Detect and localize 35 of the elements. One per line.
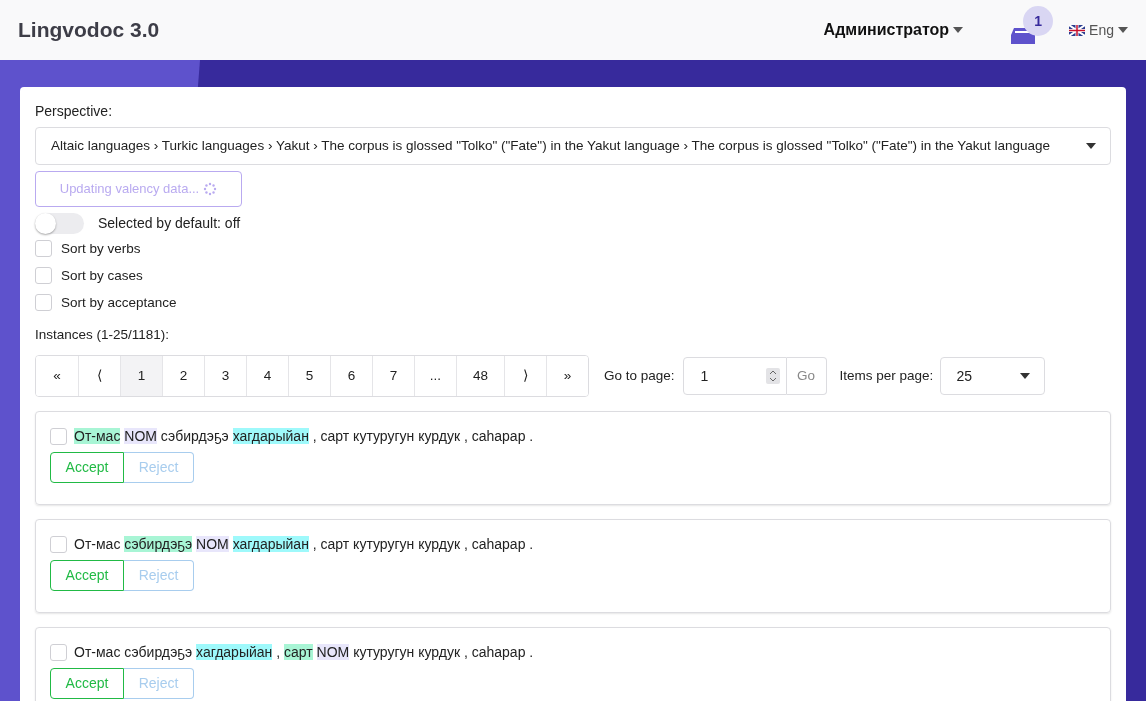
flag-icon (1069, 24, 1086, 36)
checkbox[interactable] (50, 644, 67, 661)
checkbox-label: Sort by cases (61, 267, 143, 284)
page-button[interactable]: » (546, 356, 588, 396)
sentence: От-мас сэбирдэҕэ хагдарыйан , сарт NOM кутуругун курдук , саhарар . (74, 643, 534, 662)
notification-badge: 1 (1023, 6, 1054, 36)
user-menu[interactable]: Администратор (823, 18, 964, 42)
go-to-page-label: Go to page: (604, 366, 675, 385)
go-button[interactable]: Go (786, 357, 827, 395)
app-logo[interactable]: Lingvodoc 3.0 (18, 14, 160, 46)
spinner-icon (203, 182, 218, 196)
perspective-label: Perspective: (35, 103, 114, 119)
checkbox[interactable] (35, 267, 52, 284)
caret-icon (1020, 373, 1031, 379)
page-button[interactable]: 1 (120, 356, 162, 396)
caret-icon (953, 27, 964, 33)
sentence: От-мас сэбирдэҕэ NOM хагдарыйан , сарт кутуругун курдук , саhарар . (74, 535, 534, 554)
sentence: От-мас NOM сэбирдэҕэ хагдарыйан , сарт кутуругун курдук , саhарар . (74, 427, 534, 446)
page-number-field[interactable]: 1 (682, 357, 787, 395)
caret-icon (1086, 143, 1096, 149)
checkbox-label: Sort by acceptance (61, 294, 177, 311)
items-per-page-label: Items per page: (839, 366, 934, 385)
caret-icon (1118, 27, 1128, 33)
toggle-switch[interactable] (35, 213, 84, 234)
language-menu[interactable]: Eng (1069, 19, 1128, 41)
checkbox-label: Sort by verbs (61, 240, 141, 257)
checkbox[interactable] (35, 240, 52, 257)
instances-label: Instances (1-25/1181): (35, 327, 171, 343)
checkbox[interactable] (50, 536, 67, 553)
perspective-dropdown[interactable]: Altaic languages › Turkic languages › Yakut › The corpus is glossed "Tolko" ("Fate") in the Yakut language › The corpus is glossed "Tolko" ("Fate") in the Yakut language (35, 127, 1111, 165)
spinner-arrows-icon (765, 368, 780, 384)
items-per-page-dropdown[interactable]: 25 (940, 357, 1046, 395)
checkbox[interactable] (50, 428, 67, 445)
toggle-label: Selected by default: off (98, 214, 241, 233)
checkbox[interactable] (35, 294, 52, 311)
